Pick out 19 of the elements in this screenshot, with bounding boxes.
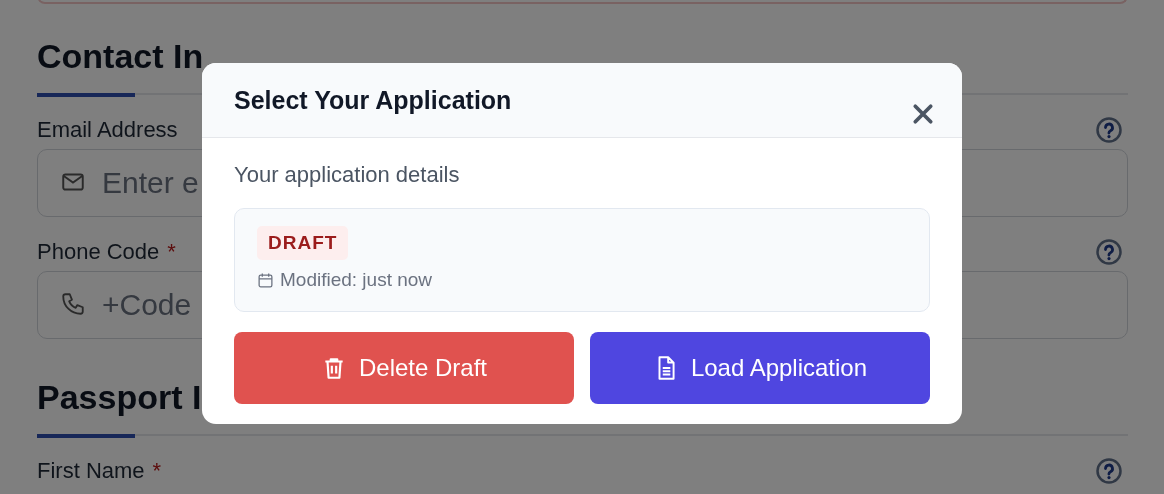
help-icon[interactable]: [1096, 458, 1122, 484]
help-icon[interactable]: [1096, 117, 1122, 143]
required-mark: *: [152, 458, 162, 484]
section-heading: Passport I: [37, 377, 203, 417]
dialog-title: Select Your Application: [234, 86, 512, 116]
field-label: First Name: [37, 458, 145, 484]
field-label: Email Address: [37, 117, 178, 143]
delete-button[interactable]: Delete Draft: [234, 332, 574, 404]
close-icon[interactable]: [912, 103, 934, 125]
load-button[interactable]: Load Application: [590, 332, 930, 404]
help-icon[interactable]: [1096, 239, 1122, 265]
section-heading: Contact In: [37, 36, 205, 76]
calendar-icon: [257, 271, 274, 289]
required-mark: *: [167, 239, 176, 265]
application-card[interactable]: DRAFT Modified: just now: [234, 208, 930, 312]
dialog-subtitle: Your application details: [234, 162, 461, 188]
field-label: Phone Code: [37, 239, 160, 265]
modified-time: Modified: just now: [280, 269, 433, 291]
status-badge: DRAFT: [257, 226, 349, 260]
